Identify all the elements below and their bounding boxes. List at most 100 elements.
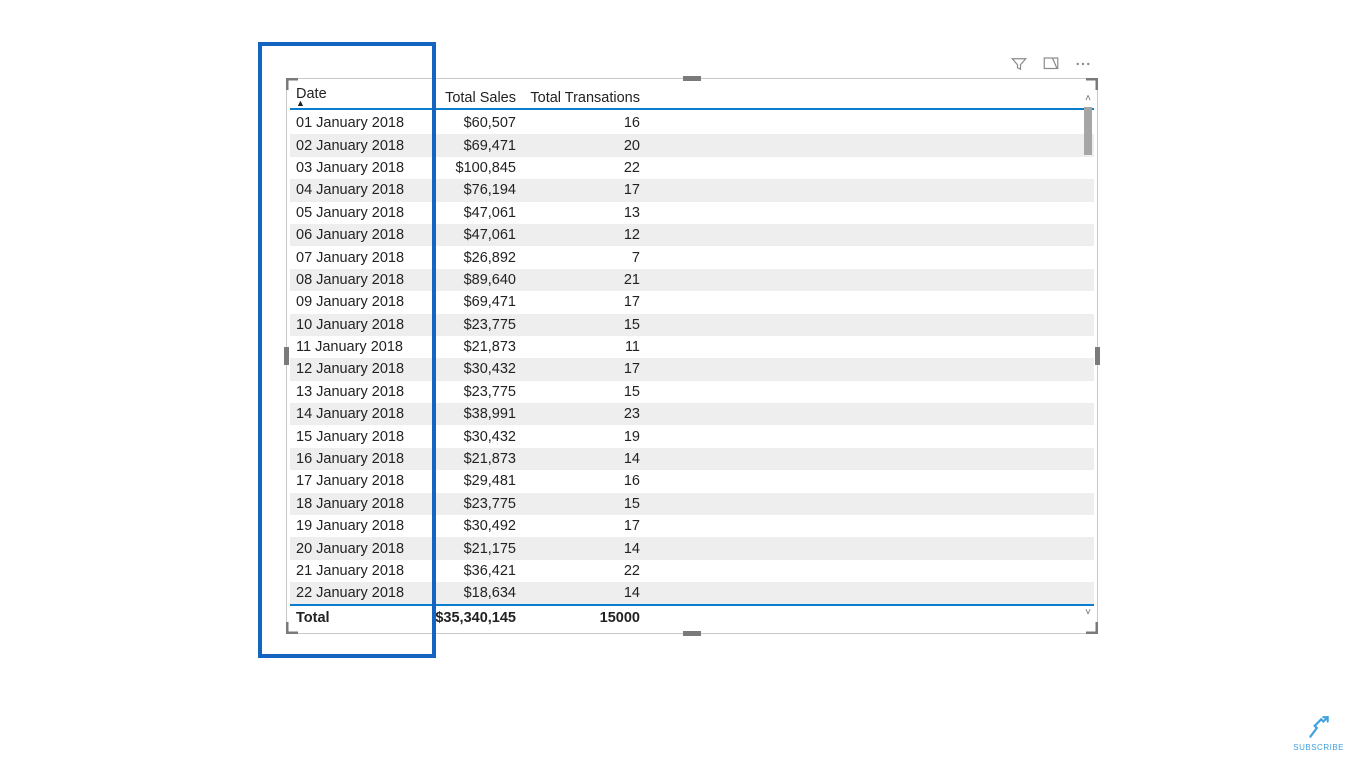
cell-date: 18 January 2018: [290, 496, 424, 512]
table-row[interactable]: 08 January 2018$89,64021: [290, 269, 1094, 291]
cell-trans: 7: [520, 250, 644, 266]
cell-date: 14 January 2018: [290, 406, 424, 422]
resize-handle-tr[interactable]: [1084, 78, 1098, 92]
cell-sales: $23,775: [424, 384, 520, 400]
col-header-trans-label: Total Transations: [530, 90, 640, 106]
cell-trans: 17: [520, 182, 644, 198]
cell-date: 06 January 2018: [290, 227, 424, 243]
resize-handle-right[interactable]: [1095, 347, 1100, 365]
subscribe-watermark: SUBSCRIBE: [1293, 715, 1344, 752]
cell-trans: 23: [520, 406, 644, 422]
cell-sales: $36,421: [424, 563, 520, 579]
table-row[interactable]: 13 January 2018$23,77515: [290, 381, 1094, 403]
table-row[interactable]: 19 January 2018$30,49217: [290, 515, 1094, 537]
col-header-sales-label: Total Sales: [445, 90, 516, 106]
cell-sales: $47,061: [424, 227, 520, 243]
cell-date: 16 January 2018: [290, 451, 424, 467]
table-row[interactable]: 11 January 2018$21,87311: [290, 336, 1094, 358]
table-row[interactable]: 20 January 2018$21,17514: [290, 537, 1094, 559]
table-row[interactable]: 03 January 2018$100,84522: [290, 157, 1094, 179]
table-row[interactable]: 04 January 2018$76,19417: [290, 179, 1094, 201]
vertical-scrollbar[interactable]: ˄ ˅: [1082, 93, 1094, 619]
cell-date: 07 January 2018: [290, 250, 424, 266]
table-row[interactable]: 22 January 2018$18,63414: [290, 582, 1094, 604]
cell-date: 04 January 2018: [290, 182, 424, 198]
cell-sales: $26,892: [424, 250, 520, 266]
cell-trans: 19: [520, 429, 644, 445]
table-row[interactable]: 09 January 2018$69,47117: [290, 291, 1094, 313]
table-row[interactable]: 05 January 2018$47,06113: [290, 202, 1094, 224]
cell-sales: $21,873: [424, 451, 520, 467]
cell-sales: $38,991: [424, 406, 520, 422]
table-header: Date ▲ Total Sales Total Transations: [290, 82, 1094, 110]
table-row[interactable]: 18 January 2018$23,77515: [290, 493, 1094, 515]
resize-handle-left[interactable]: [284, 347, 289, 365]
cell-sales: $30,492: [424, 518, 520, 534]
scroll-down-icon[interactable]: ˅: [1082, 607, 1094, 619]
cell-sales: $76,194: [424, 182, 520, 198]
table-row[interactable]: 06 January 2018$47,06112: [290, 224, 1094, 246]
table-row[interactable]: 02 January 2018$69,47120: [290, 134, 1094, 156]
resize-handle-bl[interactable]: [286, 620, 300, 634]
subscribe-label: SUBSCRIBE: [1293, 743, 1344, 752]
cell-date: 03 January 2018: [290, 160, 424, 176]
table-row[interactable]: 15 January 2018$30,43219: [290, 425, 1094, 447]
col-header-date[interactable]: Date ▲: [290, 86, 424, 106]
table-row[interactable]: 10 January 2018$23,77515: [290, 314, 1094, 336]
scroll-thumb[interactable]: [1084, 107, 1092, 155]
table-row[interactable]: 01 January 2018$60,50716: [290, 112, 1094, 134]
cell-sales: $18,634: [424, 585, 520, 601]
focus-mode-icon[interactable]: [1042, 55, 1060, 73]
table-visual[interactable]: Date ▲ Total Sales Total Transations 01 …: [286, 78, 1098, 634]
cell-trans: 11: [520, 339, 644, 355]
cell-trans: 16: [520, 473, 644, 489]
cell-sales: $60,507: [424, 115, 520, 131]
cell-date: 02 January 2018: [290, 138, 424, 154]
cell-date: 19 January 2018: [290, 518, 424, 534]
col-header-sales[interactable]: Total Sales: [424, 90, 520, 106]
col-header-trans[interactable]: Total Transations: [520, 90, 644, 106]
cell-date: 21 January 2018: [290, 563, 424, 579]
more-options-icon[interactable]: [1074, 55, 1092, 73]
table-row[interactable]: 17 January 2018$29,48116: [290, 470, 1094, 492]
cell-sales: $30,432: [424, 361, 520, 377]
cell-date: 17 January 2018: [290, 473, 424, 489]
table-body: 01 January 2018$60,5071602 January 2018$…: [290, 112, 1094, 604]
cell-trans: 22: [520, 160, 644, 176]
table-row[interactable]: 07 January 2018$26,8927: [290, 246, 1094, 268]
table-row[interactable]: 12 January 2018$30,43217: [290, 358, 1094, 380]
cell-sales: $100,845: [424, 160, 520, 176]
resize-handle-top[interactable]: [683, 76, 701, 81]
cell-date: 13 January 2018: [290, 384, 424, 400]
cell-trans: 12: [520, 227, 644, 243]
cell-trans: 17: [520, 294, 644, 310]
cell-sales: $69,471: [424, 294, 520, 310]
table-row[interactable]: 16 January 2018$21,87314: [290, 448, 1094, 470]
table-total-row: Total $35,340,145 15000: [290, 604, 1094, 630]
filter-icon[interactable]: [1010, 55, 1028, 73]
table-row[interactable]: 14 January 2018$38,99123: [290, 403, 1094, 425]
total-trans: 15000: [520, 610, 644, 626]
cell-sales: $30,432: [424, 429, 520, 445]
cell-date: 05 January 2018: [290, 205, 424, 221]
resize-handle-bottom[interactable]: [683, 631, 701, 636]
cell-trans: 17: [520, 518, 644, 534]
cell-date: 08 January 2018: [290, 272, 424, 288]
scroll-up-icon[interactable]: ˄: [1082, 93, 1094, 105]
cell-date: 22 January 2018: [290, 585, 424, 601]
cell-date: 10 January 2018: [290, 317, 424, 333]
cell-trans: 16: [520, 115, 644, 131]
cell-trans: 14: [520, 585, 644, 601]
cell-sales: $89,640: [424, 272, 520, 288]
cell-sales: $23,775: [424, 317, 520, 333]
cell-sales: $29,481: [424, 473, 520, 489]
resize-handle-br[interactable]: [1084, 620, 1098, 634]
cell-trans: 15: [520, 384, 644, 400]
table-row[interactable]: 21 January 2018$36,42122: [290, 560, 1094, 582]
cell-sales: $69,471: [424, 138, 520, 154]
scroll-track[interactable]: [1084, 107, 1092, 605]
cell-trans: 20: [520, 138, 644, 154]
cell-trans: 15: [520, 317, 644, 333]
resize-handle-tl[interactable]: [286, 78, 300, 92]
cell-trans: 15: [520, 496, 644, 512]
